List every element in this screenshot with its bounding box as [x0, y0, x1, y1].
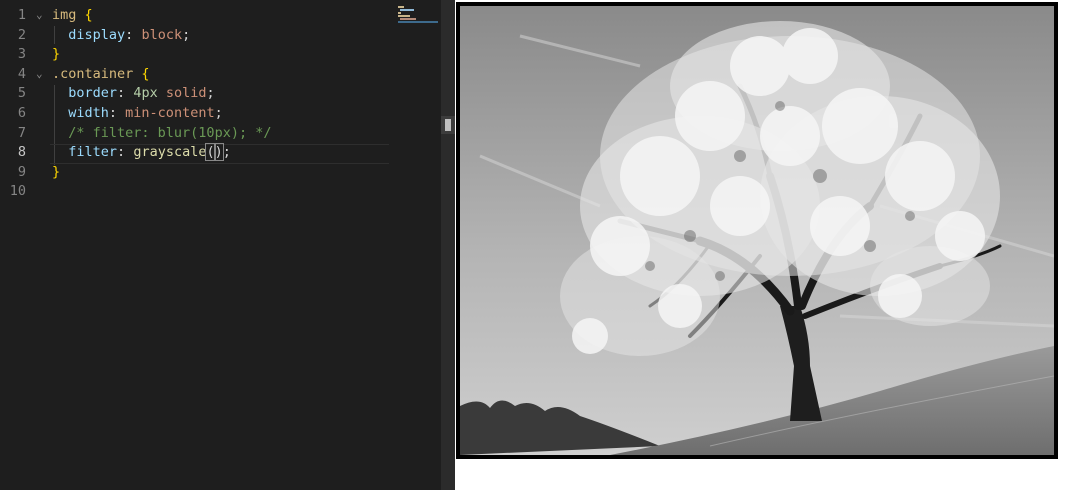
code-token: min-content	[125, 105, 215, 121]
code-token: ;	[222, 144, 231, 161]
line-number: 6	[17, 105, 26, 121]
code-token: display	[68, 26, 126, 43]
code-token: block	[141, 26, 183, 43]
code-text: border: 4px solid;	[52, 83, 215, 103]
code-text: width: min-content;	[52, 103, 223, 123]
code-token: /* filter: blur(10px); */	[68, 124, 272, 141]
code-text: .container {	[52, 64, 150, 84]
code-token: border	[68, 85, 118, 102]
code-token: :	[125, 26, 142, 43]
code-token: }	[52, 163, 61, 180]
pane-splitter-handle[interactable]	[441, 116, 455, 134]
code-line[interactable]: 4 ⌄ .container {	[0, 64, 441, 84]
line-number: 10	[9, 183, 26, 200]
code-token: ;	[214, 105, 223, 121]
code-token: (	[205, 143, 216, 162]
code-token: :	[117, 85, 134, 102]
code-line[interactable]: 8 filter: grayscale();	[0, 142, 441, 162]
code-token: width	[68, 105, 109, 121]
code-token: 4px	[133, 85, 158, 102]
code-token: .container	[52, 65, 134, 82]
code-line[interactable]: 10	[0, 181, 441, 201]
container-box	[456, 2, 1058, 459]
code-token: :	[108, 105, 126, 121]
code-token: ;	[182, 26, 191, 43]
code-line[interactable]: 5 border: 4px solid;	[0, 83, 441, 103]
code-token: {	[84, 7, 93, 23]
preview-pane	[455, 0, 1077, 490]
code-text: }	[52, 44, 60, 64]
editor-scrollbar[interactable]	[441, 0, 455, 490]
fold-chevron-icon[interactable]: ⌄	[36, 5, 48, 25]
drag-grip-icon	[445, 119, 451, 131]
line-number: 2	[17, 26, 26, 43]
code-line[interactable]: 7 /* filter: blur(10px); */	[0, 123, 441, 143]
code-line[interactable]: 9}	[0, 162, 441, 182]
code-token: grayscale	[133, 144, 207, 161]
code-text: display: block;	[52, 25, 190, 45]
code-token: solid	[165, 85, 207, 102]
code-line[interactable]: 2 display: block;	[0, 25, 441, 45]
line-number: 8	[17, 144, 26, 161]
code-token: :	[117, 144, 134, 161]
code-token: }	[52, 46, 61, 63]
code-text: filter: grayscale();	[52, 142, 231, 162]
fold-chevron-icon[interactable]: ⌄	[36, 64, 48, 84]
line-number: 5	[17, 85, 26, 102]
line-number: 1	[17, 7, 26, 23]
code-token: {	[141, 65, 150, 82]
code-text: /* filter: blur(10px); */	[52, 123, 271, 143]
line-number: 3	[17, 46, 26, 63]
code-line[interactable]: 6 width: min-content;	[0, 103, 441, 123]
code-token: )	[213, 143, 224, 162]
code-text: img {	[52, 5, 93, 25]
tree-photo	[460, 6, 1054, 455]
minimap[interactable]	[398, 6, 440, 24]
line-number: 4	[17, 65, 26, 82]
line-number: 7	[17, 124, 26, 141]
code-editor[interactable]: 1 ⌄ img {2 display: block; 3} 4 ⌄ .container {…	[0, 0, 441, 490]
code-token: filter	[68, 144, 118, 161]
code-token: ;	[206, 85, 215, 102]
code-text: }	[52, 162, 60, 182]
code-line[interactable]: 3}	[0, 44, 441, 64]
code-line[interactable]: 1 ⌄ img {	[0, 5, 441, 25]
line-number: 9	[17, 163, 26, 180]
code-token: img	[52, 7, 77, 23]
